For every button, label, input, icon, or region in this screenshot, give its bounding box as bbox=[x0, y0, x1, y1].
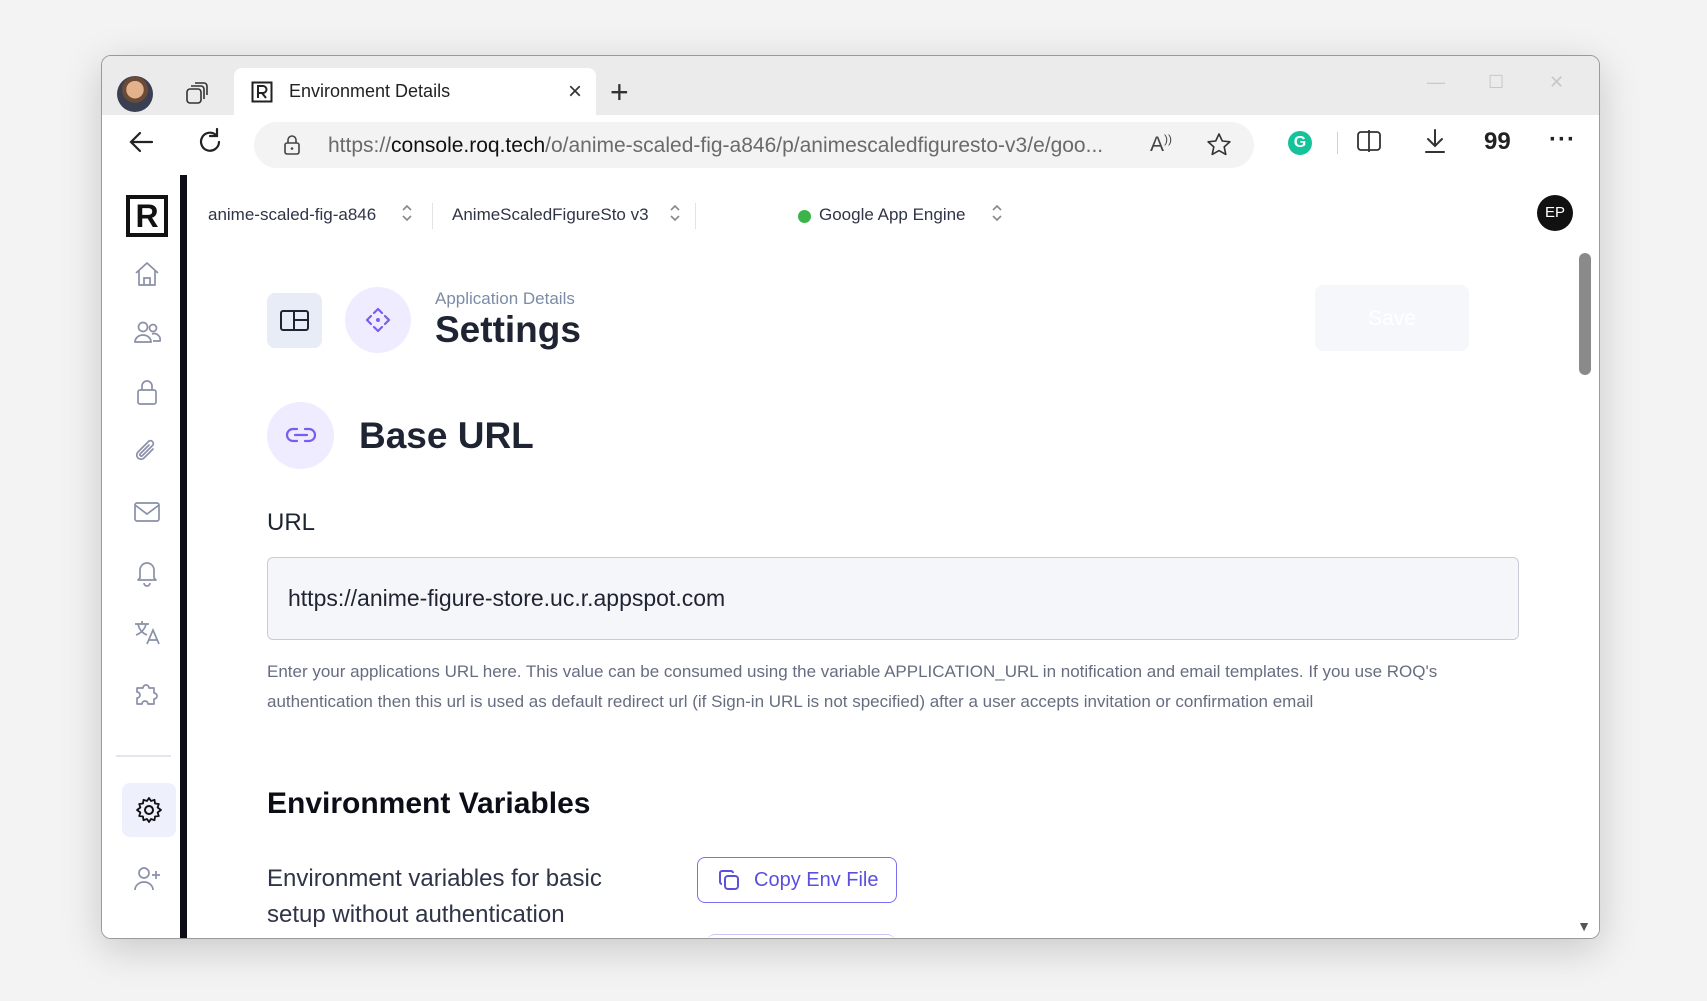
tab-environment-details[interactable]: Environment Details × bbox=[234, 68, 596, 115]
tab-close-icon[interactable]: × bbox=[568, 78, 582, 106]
application-icon bbox=[345, 287, 411, 353]
environment-variables-description: Environment variables for basic setup wi… bbox=[267, 865, 602, 928]
base-url-heading: Base URL bbox=[359, 415, 534, 456]
chevron-updown-icon[interactable] bbox=[991, 202, 1003, 224]
roq-logo[interactable]: R bbox=[126, 195, 168, 237]
sidebar-rail bbox=[180, 175, 187, 938]
downloads-icon[interactable] bbox=[1420, 126, 1450, 156]
url-label: URL bbox=[267, 509, 316, 536]
maximize-icon[interactable]: ☐ bbox=[1488, 72, 1504, 93]
page-subtitle: Application Details bbox=[435, 289, 575, 308]
toolbar-divider bbox=[1337, 132, 1338, 154]
roq-favicon-icon bbox=[251, 81, 273, 103]
gear-icon[interactable] bbox=[134, 795, 164, 825]
sidebar-divider bbox=[116, 755, 171, 757]
back-icon[interactable] bbox=[126, 126, 158, 158]
mail-icon[interactable] bbox=[132, 497, 162, 527]
url-input[interactable] bbox=[267, 557, 1519, 640]
main-content: anime-scaled-fig-a846 AnimeScaledFigureS… bbox=[187, 175, 1599, 938]
bell-icon[interactable] bbox=[132, 557, 162, 587]
paperclip-icon[interactable] bbox=[132, 437, 162, 467]
profile-avatar[interactable] bbox=[117, 76, 153, 112]
scrollbar-thumb[interactable] bbox=[1579, 253, 1591, 375]
url-text[interactable]: https://console.roq.tech/o/anime-scaled-… bbox=[328, 134, 1103, 158]
save-button[interactable]: Save bbox=[1315, 285, 1469, 351]
browser-window: Environment Details × + — ☐ ✕ https://co… bbox=[101, 55, 1600, 939]
user-avatar[interactable]: EP bbox=[1537, 195, 1573, 231]
chevron-updown-icon[interactable] bbox=[401, 202, 413, 224]
project-selector[interactable]: AnimeScaledFigureSto v3 bbox=[452, 205, 649, 225]
puzzle-icon[interactable] bbox=[132, 677, 162, 707]
tab-actions-icon[interactable] bbox=[182, 80, 212, 110]
split-screen-icon[interactable] bbox=[1354, 126, 1384, 156]
org-selector[interactable]: anime-scaled-fig-a846 bbox=[208, 205, 376, 225]
environment-selector[interactable]: Google App Engine bbox=[819, 205, 966, 225]
favorite-star-icon[interactable] bbox=[1206, 132, 1232, 158]
lock-icon[interactable] bbox=[282, 134, 302, 156]
panel-layout-icon bbox=[280, 310, 309, 331]
lock-icon[interactable] bbox=[132, 377, 162, 407]
users-icon[interactable] bbox=[132, 317, 162, 347]
add-user-icon[interactable] bbox=[132, 863, 162, 893]
more-menu-icon[interactable]: ··· bbox=[1549, 126, 1576, 154]
sidebar: R bbox=[102, 175, 180, 938]
new-tab-button[interactable]: + bbox=[610, 74, 629, 111]
base-url-icon-badge bbox=[267, 402, 334, 469]
minimize-icon[interactable]: — bbox=[1427, 72, 1445, 93]
move-arrows-icon bbox=[365, 307, 391, 333]
translate-icon[interactable] bbox=[132, 617, 162, 647]
copy-icon[interactable] bbox=[717, 868, 741, 892]
home-icon[interactable] bbox=[132, 259, 162, 289]
grammarly-extension-icon[interactable]: G bbox=[1288, 131, 1312, 155]
address-bar[interactable]: https://console.roq.tech/o/anime-scaled-… bbox=[254, 122, 1254, 168]
environment-variables-heading: Environment Variables bbox=[267, 787, 591, 820]
scroll-down-arrow-icon[interactable]: ▼ bbox=[1577, 918, 1591, 934]
app-area: R anime-scaled-fig-a846 AnimeScaledFigur… bbox=[102, 175, 1599, 938]
quote-extension-icon[interactable]: 99 bbox=[1484, 128, 1511, 156]
context-divider bbox=[432, 203, 433, 229]
chevron-updown-icon[interactable] bbox=[669, 202, 681, 224]
refresh-icon[interactable] bbox=[194, 126, 226, 158]
window-close-icon[interactable]: ✕ bbox=[1549, 72, 1564, 93]
url-help-text: Enter your applications URL here. This v… bbox=[267, 662, 1438, 711]
read-aloud-icon[interactable]: A)) bbox=[1150, 132, 1172, 157]
next-button-partial[interactable] bbox=[707, 934, 895, 938]
tab-title: Environment Details bbox=[289, 81, 451, 101]
toggle-panel-button[interactable] bbox=[267, 293, 322, 348]
context-divider bbox=[695, 203, 696, 229]
page-title: Settings bbox=[435, 309, 581, 350]
link-icon bbox=[285, 427, 317, 443]
environment-status-dot bbox=[798, 210, 811, 223]
tab-strip: Environment Details × + — ☐ ✕ bbox=[102, 56, 1599, 115]
